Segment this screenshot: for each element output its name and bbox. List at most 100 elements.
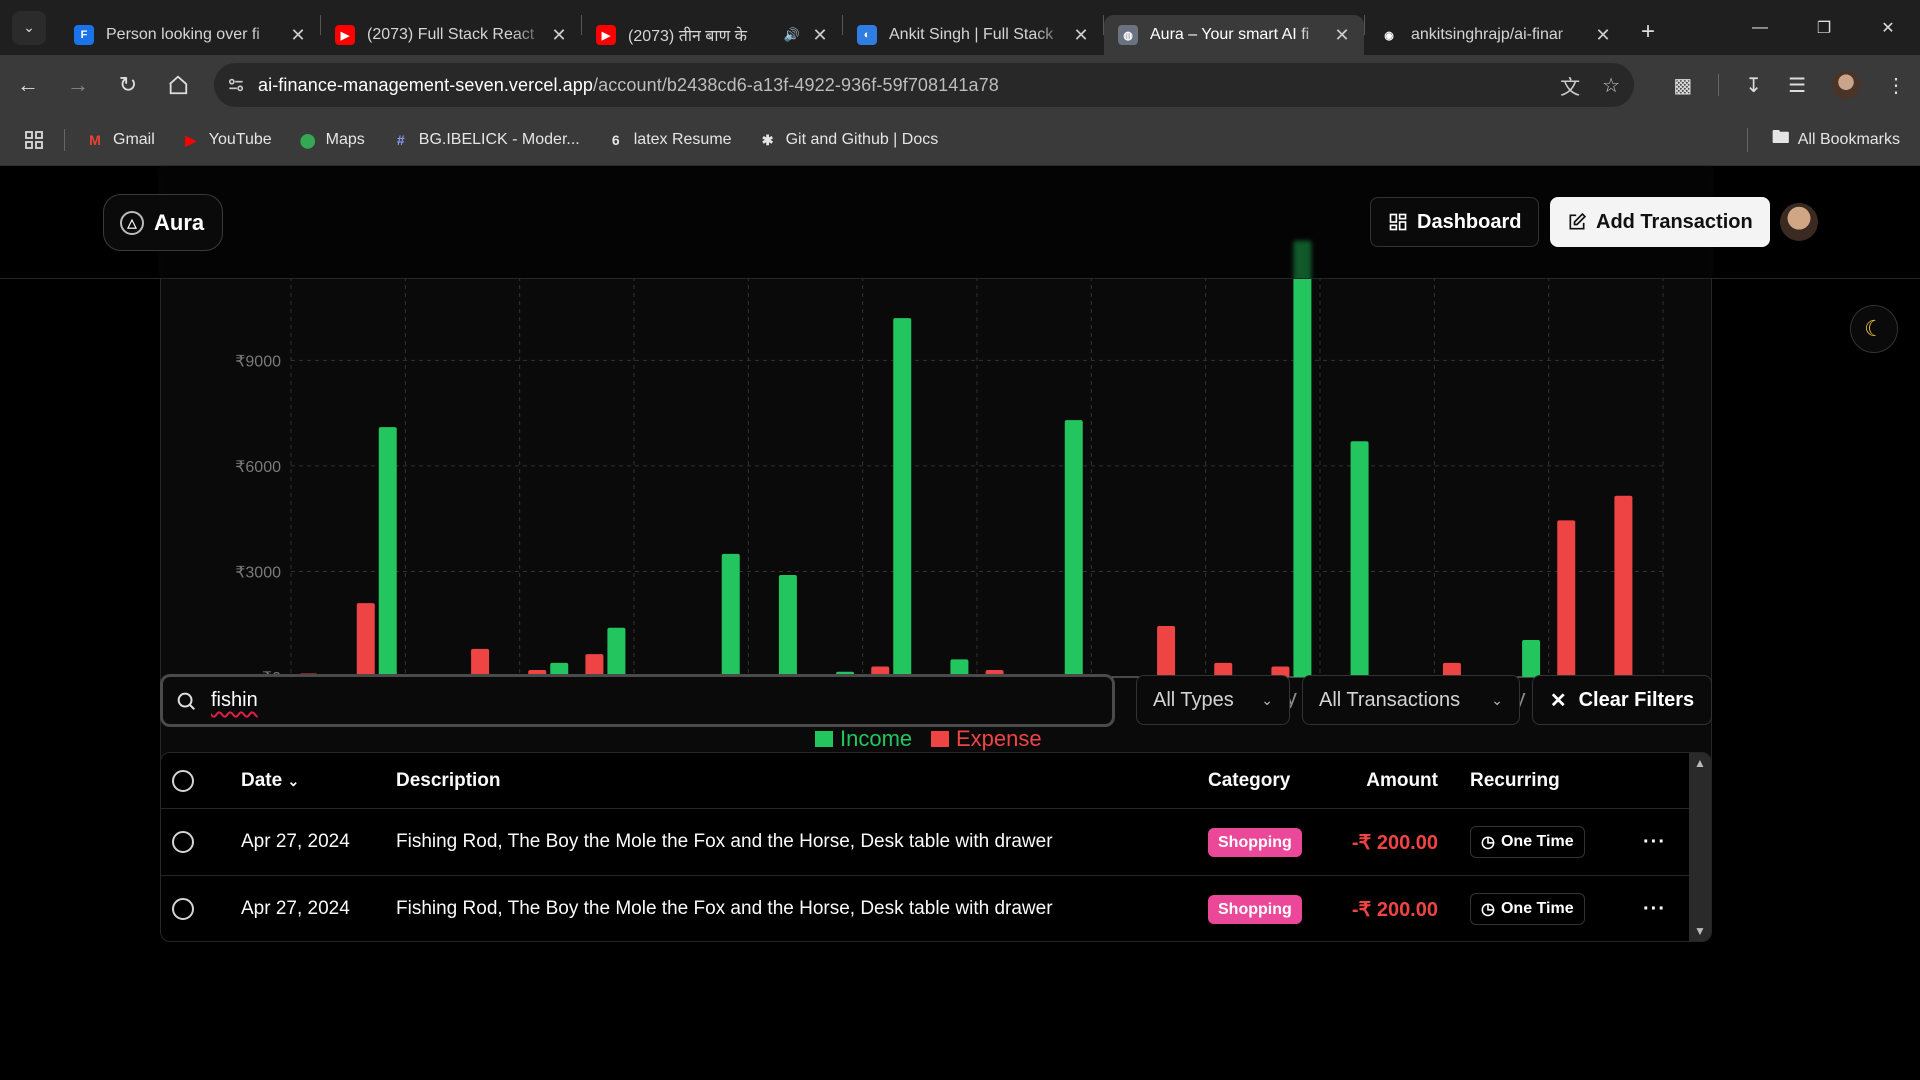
new-tab-button[interactable]: + — [1641, 18, 1655, 46]
add-transaction-button[interactable]: Add Transaction — [1550, 197, 1770, 247]
expense-bar[interactable] — [1557, 520, 1576, 677]
extensions-icon[interactable]: ▩ — [1673, 73, 1692, 98]
table-row[interactable]: Apr 27, 2024 Fishing Rod, The Boy the Mol… — [161, 876, 1691, 941]
row-date: Apr 27, 2024 — [241, 898, 350, 919]
transactions-table: Date ⌄ Description Category Amount Recur… — [160, 752, 1712, 942]
minimize-button[interactable]: — — [1728, 0, 1792, 55]
income-bar[interactable] — [1350, 441, 1369, 677]
income-bar[interactable] — [1064, 420, 1083, 677]
more-horizontal-icon: ··· — [1643, 897, 1666, 920]
download-icon[interactable]: ↧ — [1745, 73, 1762, 98]
chevron-down-icon: ⌄ — [287, 772, 300, 789]
clear-filters-button[interactable]: ✕ Clear Filters — [1532, 675, 1712, 725]
search-value: fishin — [211, 689, 258, 711]
brand-logo[interactable]: △ Aura — [103, 194, 224, 251]
row-category: Shopping — [1208, 895, 1302, 924]
income-bar[interactable] — [378, 427, 397, 677]
row-actions-button[interactable]: ··· — [1643, 898, 1666, 921]
tab-title: (2073) Full Stack React — [367, 26, 535, 43]
bookmark-item[interactable]: ✱ Git and Github | Docs — [758, 130, 939, 150]
search-input[interactable]: fishin — [160, 674, 1115, 727]
tab-title: (2073) तीन बाण के — [628, 28, 747, 45]
legend-label[interactable]: Income — [840, 726, 912, 751]
table-row[interactable]: Apr 27, 2024 Fishing Rod, The Boy the Mol… — [161, 809, 1691, 876]
income-bar[interactable] — [778, 574, 797, 677]
row-date: Apr 27, 2024 — [241, 831, 350, 852]
legend-label[interactable]: Expense — [956, 726, 1042, 751]
row-category: Shopping — [1208, 828, 1302, 857]
transaction-filter-select[interactable]: All Transactions ⌄ — [1302, 675, 1520, 725]
more-menu-icon[interactable]: ⋮ — [1886, 73, 1906, 98]
bookmark-item[interactable]: M Gmail — [85, 130, 155, 150]
close-tab-icon[interactable]: ✕ — [549, 25, 569, 46]
chart-legend: Income Expense — [815, 726, 1042, 751]
reload-button[interactable]: ↻ — [106, 63, 150, 107]
type-filter-value: All Types — [1153, 688, 1234, 711]
profile-avatar[interactable] — [1832, 71, 1860, 99]
browser-tab[interactable]: ▶ (2073) तीन बाण के 🔊 ✕ — [582, 15, 842, 55]
browser-tab[interactable]: ▶ (2073) Full Stack React ✕ — [321, 15, 581, 55]
restore-button[interactable]: ❐ — [1792, 0, 1856, 55]
home-button[interactable] — [156, 63, 200, 107]
speaker-icon[interactable]: 🔊 — [784, 27, 800, 43]
browser-tab[interactable]: ◍ Aura – Your smart AI fi ✕ — [1104, 15, 1364, 55]
browser-tab[interactable]: F Person looking over fi ✕ — [60, 15, 320, 55]
back-button[interactable]: ← — [6, 63, 50, 107]
type-filter-select[interactable]: All Types ⌄ — [1136, 675, 1290, 725]
dashboard-label: Dashboard — [1417, 210, 1522, 233]
close-tab-icon[interactable]: ✕ — [288, 25, 308, 46]
bookmark-label: YouTube — [208, 131, 272, 148]
table-scrollbar[interactable]: ▲ ▼ — [1689, 753, 1711, 941]
bookmark-item[interactable]: ▶ YouTube — [181, 130, 272, 150]
row-checkbox[interactable] — [172, 831, 194, 853]
bookmark-item[interactable]: # BG.IBELICK - Moder... — [391, 130, 580, 150]
expense-bar[interactable] — [1157, 625, 1176, 677]
close-window-button[interactable]: ✕ — [1856, 0, 1920, 55]
site-settings-icon[interactable] — [214, 63, 258, 107]
media-control-icon[interactable]: ☰ — [1788, 73, 1806, 98]
scroll-down-icon[interactable]: ▼ — [1694, 924, 1706, 938]
bookmark-item[interactable]: ⬤ Maps — [298, 130, 365, 150]
all-bookmarks-button[interactable]: 🖿 All Bookmarks — [1746, 125, 1900, 155]
translate-icon[interactable]: 文 — [1560, 71, 1580, 100]
browser-tab[interactable]: ◉ ankitsinghrajp/ai-finar ✕ — [1365, 15, 1625, 55]
row-checkbox[interactable] — [172, 898, 194, 920]
close-tab-icon[interactable]: ✕ — [1071, 25, 1091, 46]
income-bar[interactable] — [1522, 640, 1541, 677]
bookmark-item[interactable]: 6 latex Resume — [606, 130, 732, 150]
theme-toggle-button[interactable]: ☾ — [1850, 305, 1898, 353]
expense-bar[interactable] — [471, 648, 490, 677]
expense-bar[interactable] — [1614, 495, 1633, 677]
close-tab-icon[interactable]: ✕ — [810, 25, 830, 46]
more-horizontal-icon: ··· — [1643, 830, 1666, 853]
income-bar[interactable] — [607, 627, 626, 677]
y-tick-label: ₹6000 — [235, 459, 281, 476]
income-bar[interactable] — [721, 553, 740, 677]
date-sort-header[interactable]: Date ⌄ — [241, 770, 299, 792]
row-amount: -₹ 200.00 — [1351, 898, 1438, 921]
apps-button[interactable] — [24, 130, 44, 150]
toolbar-divider — [1718, 74, 1720, 96]
address-bar[interactable]: ai-finance-management-seven.vercel.app/a… — [214, 63, 1634, 107]
close-tab-icon[interactable]: ✕ — [1593, 25, 1613, 46]
dashboard-button[interactable]: Dashboard — [1370, 197, 1540, 247]
expense-bar[interactable] — [356, 603, 375, 677]
income-bar[interactable] — [893, 318, 912, 677]
select-all-checkbox[interactable] — [172, 769, 194, 792]
clock-icon: ◷ — [1481, 834, 1495, 851]
scroll-up-icon[interactable]: ▲ — [1694, 756, 1706, 770]
close-tab-icon[interactable]: ✕ — [1332, 25, 1352, 46]
all-bookmarks-label: All Bookmarks — [1797, 131, 1900, 148]
user-avatar[interactable] — [1780, 203, 1818, 241]
y-tick-label: ₹9000 — [235, 353, 281, 370]
tab-favicon-icon: ▶ — [596, 25, 616, 45]
star-icon[interactable]: ☆ — [1602, 73, 1620, 98]
forward-button[interactable]: → — [56, 63, 100, 107]
reload-icon: ↻ — [118, 72, 138, 97]
income-bar[interactable] — [1293, 240, 1312, 677]
tab-search-button[interactable]: ⌄ — [12, 10, 46, 45]
browser-tab[interactable]: ◐ Ankit Singh | Full Stack ✕ — [843, 15, 1103, 55]
category-badge: Shopping — [1208, 828, 1302, 857]
recurring-label: One Time — [1500, 833, 1574, 850]
row-actions-button[interactable]: ··· — [1643, 831, 1666, 854]
